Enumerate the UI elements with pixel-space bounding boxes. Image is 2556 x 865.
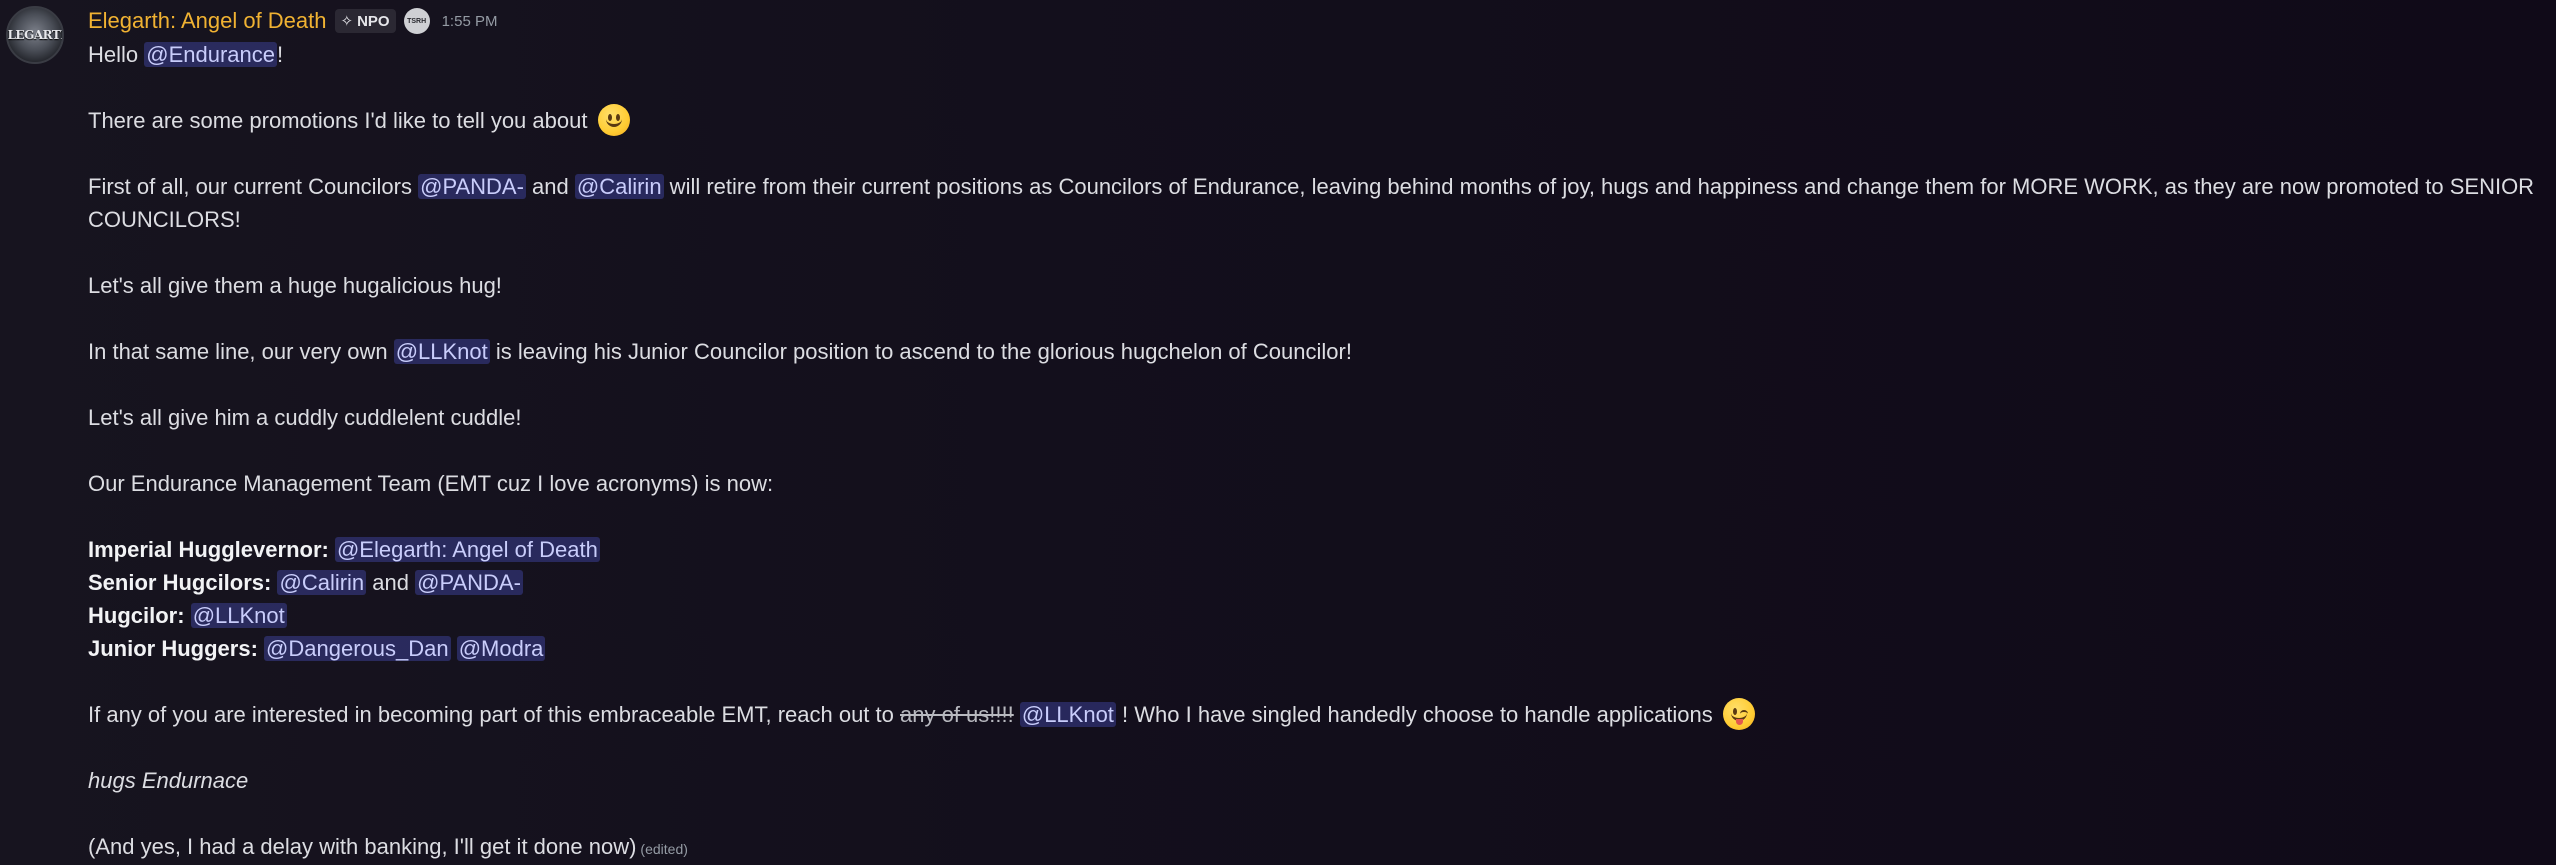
text-segment: If any of you are interested in becoming… bbox=[88, 702, 900, 727]
team-role-label: Junior Huggers: bbox=[88, 636, 258, 661]
message-timestamp[interactable]: 1:55 PM bbox=[442, 13, 498, 30]
message-header: Elegarth: Angel of Death ✧ NPO TSRH 1:55… bbox=[88, 4, 2556, 38]
mention-modra[interactable]: @Modra bbox=[456, 636, 546, 661]
text-segment: and bbox=[366, 570, 416, 595]
slightly-smiling-face-emoji-icon[interactable] bbox=[597, 104, 630, 136]
avatar-emblem-text: ELEGARTH bbox=[7, 28, 62, 42]
text-segment: and bbox=[525, 174, 575, 199]
mention-calirin[interactable]: @Calirin bbox=[574, 174, 664, 199]
team-role-label: Hugcilor: bbox=[88, 603, 185, 628]
team-role-label: Imperial Hugglevernor: bbox=[88, 537, 329, 562]
team-row-hugcilor: Hugcilor: @LLKnot bbox=[88, 599, 2556, 632]
message-line: If any of you are interested in becoming… bbox=[88, 698, 2556, 731]
sparkle-icon: ✧ bbox=[340, 13, 354, 30]
message-line: First of all, our current Councilors @PA… bbox=[88, 170, 2554, 236]
message-line-italic: hugs Endurnace bbox=[88, 768, 249, 793]
message-line: (And yes, I had a delay with banking, I'… bbox=[88, 830, 2556, 865]
message-line: In that same line, our very own @LLKnot … bbox=[88, 335, 2556, 368]
mention-panda[interactable]: @PANDA- bbox=[415, 570, 523, 595]
team-role-label: Senior Hugcilors: bbox=[88, 570, 272, 595]
mention-llknot[interactable]: @LLKnot bbox=[190, 603, 287, 628]
team-row-imperial: Imperial Hugglevernor: @Elegarth: Angel … bbox=[88, 533, 2556, 566]
text-segment: First of all, our current Councilors bbox=[88, 174, 419, 199]
server-tag[interactable]: ✧ NPO bbox=[334, 9, 396, 33]
author-avatar[interactable]: ELEGARTH bbox=[6, 6, 64, 64]
strikethrough-text: any of us!!!! bbox=[900, 702, 1014, 727]
text-segment: There are some promotions I'd like to te… bbox=[88, 108, 588, 133]
clan-badge-icon[interactable]: TSRH bbox=[403, 8, 430, 34]
message-line: Let's all give them a huge hugalicious h… bbox=[88, 273, 502, 298]
winking-face-emoji-icon[interactable] bbox=[1722, 698, 1755, 730]
mention-llknot[interactable]: @LLKnot bbox=[1019, 702, 1116, 727]
message-line: There are some promotions I'd like to te… bbox=[88, 104, 2556, 137]
chat-message: ELEGARTH Elegarth: Angel of Death ✧ NPO … bbox=[0, 0, 2556, 865]
mention-llknot[interactable]: @LLKnot bbox=[393, 339, 490, 364]
text-segment: Hello bbox=[88, 42, 145, 67]
text-segment: ! bbox=[277, 42, 284, 67]
mention-dangerous-dan[interactable]: @Dangerous_Dan bbox=[264, 636, 451, 661]
text-segment: ! Who I have singled handedly choose to … bbox=[1115, 702, 1713, 727]
message-line: Let's all give him a cuddly cuddlelent c… bbox=[88, 405, 522, 430]
mention-calirin[interactable]: @Calirin bbox=[277, 570, 367, 595]
mention-elegarth[interactable]: @Elegarth: Angel of Death bbox=[334, 537, 600, 562]
server-tag-label: NPO bbox=[357, 12, 390, 30]
text-segment: (And yes, I had a delay with banking, I'… bbox=[88, 834, 637, 859]
mention-endurance[interactable]: @Endurance bbox=[144, 42, 277, 67]
message-line: Hello @Endurance! bbox=[88, 38, 2556, 71]
text-segment: is leaving his Junior Councilor position… bbox=[489, 339, 1352, 364]
team-row-senior: Senior Hugcilors: @Calirin and @PANDA- bbox=[88, 566, 2556, 599]
edited-label[interactable]: (edited) bbox=[640, 841, 687, 857]
text-segment: In that same line, our very own bbox=[88, 339, 394, 364]
team-row-junior: Junior Huggers: @Dangerous_Dan @Modra bbox=[88, 632, 2556, 665]
message-line: Our Endurance Management Team (EMT cuz I… bbox=[88, 471, 774, 496]
mention-panda[interactable]: @PANDA- bbox=[418, 174, 526, 199]
author-username[interactable]: Elegarth: Angel of Death bbox=[88, 8, 327, 34]
message-content: Hello @Endurance! There are some promoti… bbox=[88, 38, 2556, 865]
